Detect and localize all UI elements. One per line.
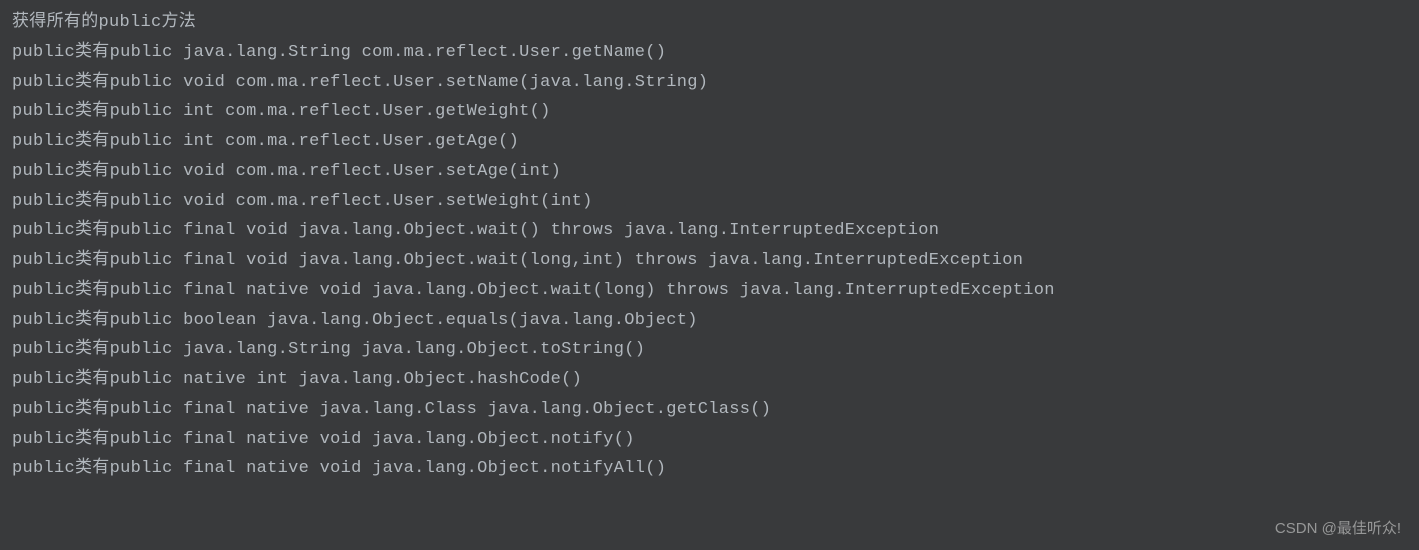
watermark-text: CSDN @最佳听众! [1275, 516, 1401, 542]
console-line: public类有public final native void java.la… [12, 276, 1407, 306]
console-line: public类有public int com.ma.reflect.User.g… [12, 127, 1407, 157]
console-line: public类有public java.lang.String com.ma.r… [12, 38, 1407, 68]
console-line: public类有public java.lang.String java.lan… [12, 335, 1407, 365]
console-header-line: 获得所有的public方法 [12, 8, 1407, 38]
console-line: public类有public int com.ma.reflect.User.g… [12, 97, 1407, 127]
console-line: public类有public void com.ma.reflect.User.… [12, 157, 1407, 187]
console-line: public类有public native int java.lang.Obje… [12, 365, 1407, 395]
console-line: public类有public void com.ma.reflect.User.… [12, 68, 1407, 98]
console-line: public类有public void com.ma.reflect.User.… [12, 187, 1407, 217]
console-line: public类有public final void java.lang.Obje… [12, 246, 1407, 276]
console-line: public类有public final native java.lang.Cl… [12, 395, 1407, 425]
console-output: 获得所有的public方法 public类有public java.lang.S… [12, 8, 1407, 484]
console-line: public类有public final void java.lang.Obje… [12, 216, 1407, 246]
console-line: public类有public boolean java.lang.Object.… [12, 306, 1407, 336]
console-line: public类有public final native void java.la… [12, 454, 1407, 484]
console-line: public类有public final native void java.la… [12, 425, 1407, 455]
